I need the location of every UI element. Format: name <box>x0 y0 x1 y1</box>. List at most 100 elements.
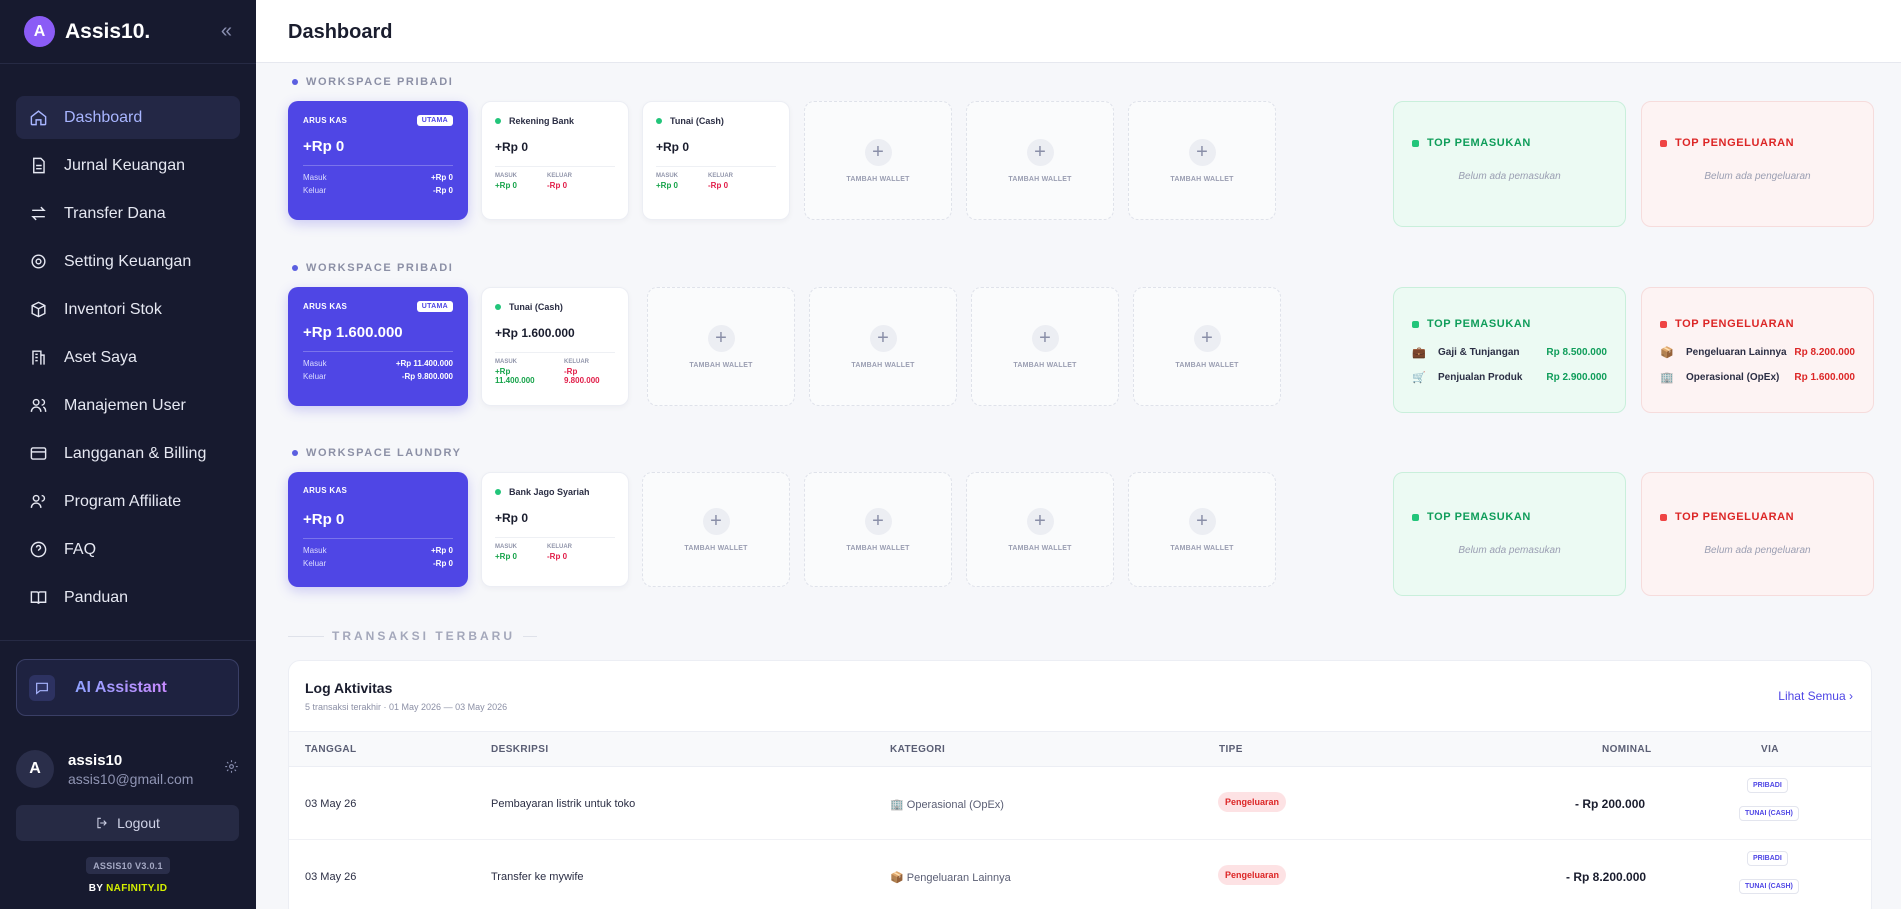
activity-log-card: Log Aktivitas 5 transaksi terakhir · 01 … <box>288 660 1872 909</box>
out-label: Keluar <box>303 372 327 381</box>
row-category: 📦 Pengeluaran Lainnya <box>890 871 1011 884</box>
wallet-name: Tunai (Cash) <box>656 116 776 126</box>
top-expense-name: Pengeluaran Lainnya <box>1686 347 1787 358</box>
activity-log-subtitle: 5 transaksi terakhir · 01 May 2026 — 03 … <box>305 702 508 712</box>
sidebar-item-dashboard[interactable]: Dashboard <box>16 96 240 139</box>
primary-badge: UTAMA <box>416 301 453 312</box>
top-income-card: TOP PEMASUKAN Belum ada pemasukan <box>1393 101 1626 227</box>
plus-icon: + <box>1193 324 1221 352</box>
user-profile: A assis10 assis10@gmail.com <box>16 744 239 794</box>
wallet-amount: +Rp 1.600.000 <box>495 326 575 340</box>
sidebar-item-faq[interactable]: FAQ <box>16 528 240 571</box>
top-income-value: Rp 2.900.000 <box>1546 372 1607 383</box>
sidebar-item-label: Manajemen User <box>64 396 186 414</box>
add-wallet-label: TAMBAH WALLET <box>684 544 748 552</box>
in-label: Masuk <box>303 173 327 182</box>
sidebar-item-transfer-dana[interactable]: Transfer Dana <box>16 192 240 235</box>
in-value: +Rp 11.400.000 <box>495 367 535 385</box>
plus-icon: + <box>864 138 892 166</box>
wallet-card[interactable]: Tunai (Cash) +Rp 1.600.000 MASUK +Rp 11.4… <box>481 287 629 406</box>
users-icon <box>28 396 48 416</box>
wallet-card[interactable]: Bank Jago Syariah +Rp 0 MASUK +Rp 0 KELUA… <box>481 472 629 587</box>
tag-icon: 📦 <box>1660 347 1674 359</box>
add-wallet-label: TAMBAH WALLET <box>689 361 753 369</box>
sidebar-item-manajemen-user[interactable]: Manajemen User <box>16 384 240 427</box>
cash-flow-card[interactable]: ARUS KAS +Rp 0 Masuk +Rp 0 Keluar -Rp 0 <box>288 472 468 587</box>
sidebar-item-label: Inventori Stok <box>64 300 162 318</box>
sidebar-item-jurnal-keuangan[interactable]: Jurnal Keuangan <box>16 144 240 187</box>
row-date: 03 May 26 <box>305 871 357 883</box>
top-income-title: TOP PEMASUKAN <box>1412 137 1607 149</box>
wallet-name: Rekening Bank <box>495 116 615 126</box>
via-workspace-tag: PRIBADI <box>1747 778 1788 793</box>
top-expense-row: 🏢 Operasional (OpEx) Rp 1.600.000 <box>1660 371 1855 384</box>
collapse-sidebar-icon[interactable]: « <box>221 20 232 43</box>
sidebar: A Assis10. « Dashboard Jurnal Keuangan T… <box>0 0 256 909</box>
add-wallet-button[interactable]: + TAMBAH WALLET <box>1128 101 1276 220</box>
cash-flow-amount: +Rp 0 <box>303 511 345 528</box>
wallet-amount: +Rp 0 <box>656 140 690 154</box>
logout-button[interactable]: Logout <box>16 805 239 841</box>
see-all-link[interactable]: Lihat Semua › <box>1778 689 1853 703</box>
in-value: +Rp 0 <box>495 552 518 561</box>
add-wallet-button[interactable]: + TAMBAH WALLET <box>1128 472 1276 587</box>
column-date: TANGGAL <box>305 744 357 755</box>
user-name: assis10 <box>68 751 123 769</box>
add-wallet-button[interactable]: + TAMBAH WALLET <box>1133 287 1281 406</box>
sidebar-item-langganan-billing[interactable]: Langganan & Billing <box>16 432 240 475</box>
add-wallet-button[interactable]: + TAMBAH WALLET <box>971 287 1119 406</box>
add-wallet-button[interactable]: + TAMBAH WALLET <box>966 472 1114 587</box>
wallet-card[interactable]: Tunai (Cash) +Rp 0 MASUK +Rp 0 KELUAR -Rp … <box>642 101 790 220</box>
out-label: KELUAR <box>547 173 573 179</box>
home-icon <box>28 108 48 128</box>
add-wallet-button[interactable]: + TAMBAH WALLET <box>804 101 952 220</box>
credit-name: NAFINITY.ID <box>106 883 168 894</box>
table-row[interactable]: 03 May 26 Transfer ke mywife 📦 Pengeluar… <box>289 840 1871 909</box>
add-wallet-label: TAMBAH WALLET <box>846 544 910 552</box>
plus-icon: + <box>1188 138 1216 166</box>
wallet-card[interactable]: Rekening Bank +Rp 0 MASUK +Rp 0 KELUAR -Rp… <box>481 101 629 220</box>
cash-flow-card[interactable]: ARUS KAS UTAMA +Rp 0 Masuk +Rp 0 Keluar -Rp… <box>288 101 468 220</box>
sidebar-item-label: Program Affiliate <box>64 492 182 510</box>
sidebar-item-panduan[interactable]: Panduan <box>16 576 240 619</box>
chevron-right-icon: › <box>1849 689 1853 703</box>
add-wallet-button[interactable]: + TAMBAH WALLET <box>647 287 795 406</box>
cash-flow-card[interactable]: ARUS KAS UTAMA +Rp 1.600.000 Masuk +Rp 11.… <box>288 287 468 406</box>
briefcase-icon: 💼 <box>1412 347 1426 359</box>
topbar: Dashboard <box>256 0 1901 63</box>
sidebar-item-inventori-stok[interactable]: Inventori Stok <box>16 288 240 331</box>
sidebar-item-program-affiliate[interactable]: Program Affiliate <box>16 480 240 523</box>
add-wallet-label: TAMBAH WALLET <box>1170 544 1234 552</box>
cash-flow-amount: +Rp 1.600.000 <box>303 324 403 341</box>
logout-icon <box>97 817 107 829</box>
out-label: KELUAR <box>708 173 734 179</box>
sidebar-item-aset-saya[interactable]: Aset Saya <box>16 336 240 379</box>
empty-expense-text: Belum ada pengeluaran <box>1704 171 1811 182</box>
add-wallet-button[interactable]: + TAMBAH WALLET <box>809 287 957 406</box>
add-wallet-button[interactable]: + TAMBAH WALLET <box>642 472 790 587</box>
brand-logo: A <box>24 16 55 47</box>
sidebar-item-setting-keuangan[interactable]: Setting Keuangan <box>16 240 240 283</box>
logout-label: Logout <box>117 815 160 831</box>
sidebar-item-label: Aset Saya <box>64 348 137 366</box>
box-icon <box>28 300 48 320</box>
row-nominal: - Rp 8.200.000 <box>1566 870 1647 884</box>
ai-assistant-button[interactable]: AI Assistant <box>16 659 239 716</box>
out-value: -Rp 0 <box>433 186 453 195</box>
top-expense-name: Operasional (OpEx) <box>1686 372 1780 383</box>
plus-icon: + <box>1026 138 1054 166</box>
gear-icon[interactable] <box>224 759 239 779</box>
add-wallet-label: TAMBAH WALLET <box>1008 544 1072 552</box>
plus-icon: + <box>1031 324 1059 352</box>
brand-name: Assis10. <box>65 19 151 43</box>
top-expense-card: TOP PENGELUARAN Belum ada pengeluaran <box>1641 472 1874 596</box>
row-category-label: Operasional (OpEx) <box>906 799 1004 811</box>
add-wallet-button[interactable]: + TAMBAH WALLET <box>966 101 1114 220</box>
in-label: MASUK <box>495 359 517 365</box>
add-wallet-button[interactable]: + TAMBAH WALLET <box>804 472 952 587</box>
table-row[interactable]: 03 May 26 Pembayaran listrik untuk toko … <box>289 767 1871 840</box>
via-wallet-tag: TUNAI (CASH) <box>1739 879 1799 894</box>
recent-transactions-title: TRANSAKSI TERBARU <box>288 629 1872 643</box>
wallet-amount: +Rp 0 <box>495 140 529 154</box>
column-description: DESKRIPSI <box>491 744 549 755</box>
